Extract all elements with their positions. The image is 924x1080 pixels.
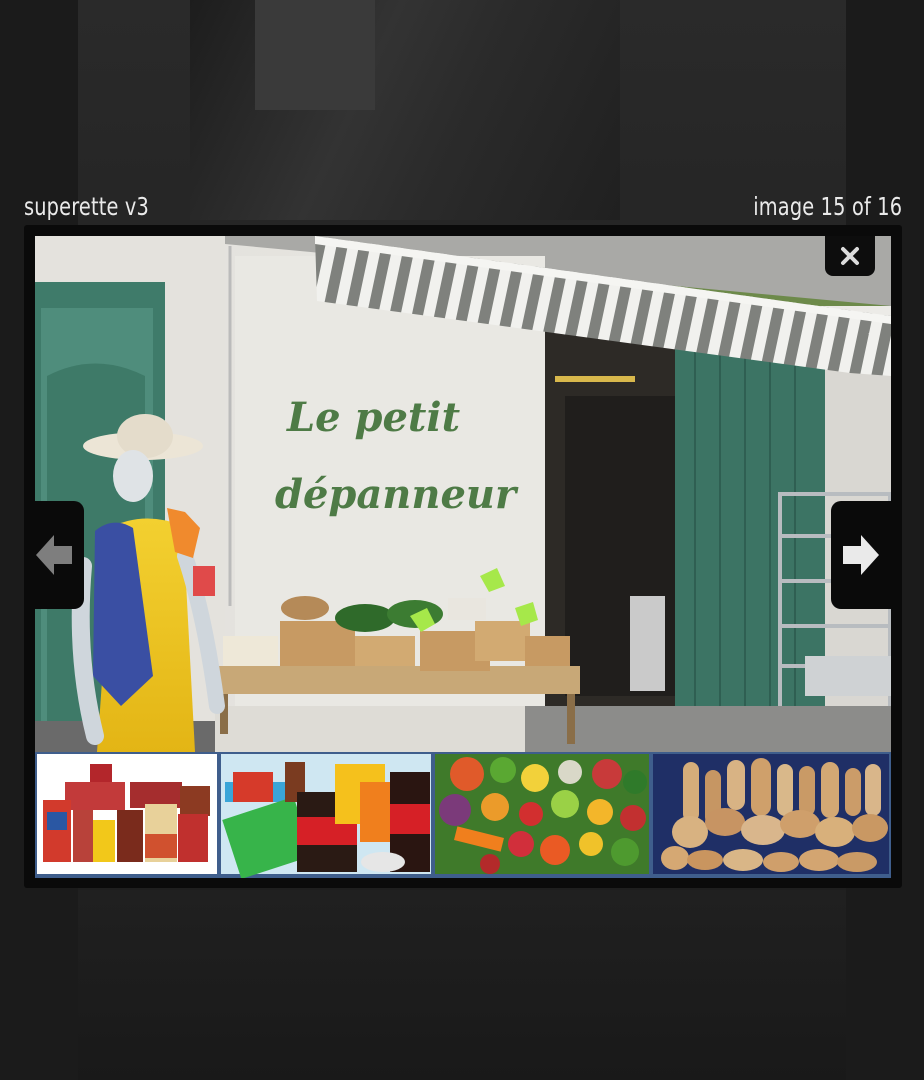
previous-image-button[interactable] <box>24 501 84 609</box>
arrow-right-icon <box>843 535 879 575</box>
image-counter: image 15 of 16 <box>753 192 902 221</box>
sign-text-line2: dépanneur <box>275 471 519 518</box>
storefront-photo: Le petit dépanneur <box>35 236 891 752</box>
lightbox-frame: Le petit dépanneur <box>24 225 902 888</box>
close-button[interactable] <box>825 236 875 276</box>
background-window <box>255 0 375 110</box>
thumbnail-bread <box>653 754 889 874</box>
thumbnail-groceries <box>37 754 217 874</box>
thumbnail-drinks <box>221 754 431 878</box>
background-ground <box>78 890 846 1080</box>
close-icon <box>841 247 859 265</box>
lightbox-image: Le petit dépanneur <box>35 236 891 752</box>
sign-text-line1: Le petit <box>286 394 461 441</box>
arrow-left-icon <box>36 535 72 575</box>
lightbox-title: superette v3 <box>24 192 149 221</box>
product-thumbnails <box>35 752 891 878</box>
thumbnail-produce <box>435 754 649 874</box>
next-image-button[interactable] <box>831 501 891 609</box>
